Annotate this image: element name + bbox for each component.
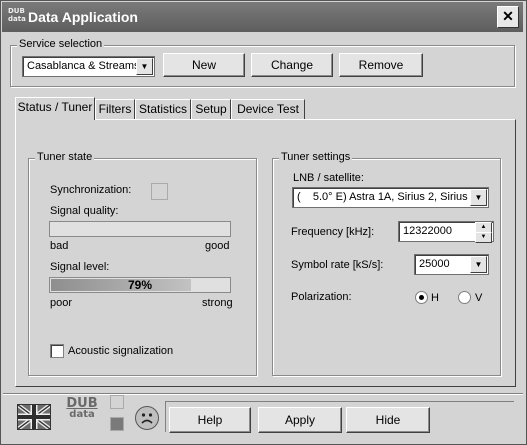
bottom-separator	[3, 393, 523, 395]
polarization-v-radio[interactable]	[458, 291, 471, 304]
window-title: Data Application	[28, 9, 138, 25]
polarization-v-label[interactable]: V	[475, 292, 482, 304]
acoustic-signalization-checkbox[interactable]	[50, 344, 64, 358]
lnb-label: LNB / satellite:	[293, 172, 364, 184]
status-led-bottom	[110, 417, 124, 431]
symbol-rate-label: Symbol rate [kS/s]:	[291, 259, 384, 271]
logo-top-text: DUB	[66, 396, 98, 411]
lnb-select[interactable]: ( 5.0° E) Astra 1A, Sirius 2, Sirius 3 ▼	[292, 187, 489, 208]
app-icon: DUB data	[8, 7, 26, 23]
signal-quality-bar	[49, 221, 231, 237]
apply-button[interactable]: Apply	[258, 407, 342, 433]
synchronization-label: Synchronization:	[50, 184, 132, 196]
signal-level-label: Signal level:	[50, 261, 110, 273]
uk-flag-icon[interactable]	[17, 404, 51, 430]
tab-setup[interactable]: Setup	[191, 99, 231, 119]
service-select[interactable]: Casablanca & Streams ▼	[22, 56, 155, 77]
title-bar[interactable]: DUB data Data Application ✕	[2, 2, 523, 32]
quality-low-label: bad	[50, 240, 69, 252]
help-button[interactable]: Help	[169, 407, 251, 433]
symbol-rate-value: 25000	[419, 258, 450, 270]
level-low-label: poor	[50, 297, 73, 309]
polarization-h-radio[interactable]	[415, 291, 428, 304]
tab-statistics[interactable]: Statistics	[135, 99, 191, 119]
quality-high-label: good	[205, 240, 230, 252]
synchronization-indicator	[151, 183, 168, 200]
tuner-state-legend: Tuner state	[35, 151, 95, 163]
level-high-label: strong	[202, 297, 233, 309]
sad-face-icon	[135, 406, 159, 430]
new-button[interactable]: New	[163, 53, 245, 77]
dub-data-logo: DUB data	[64, 396, 100, 420]
frequency-input[interactable]: 12322000 ▲ ▼	[398, 221, 494, 243]
polarization-label: Polarization:	[291, 291, 352, 303]
status-led-top	[110, 395, 124, 409]
chevron-down-icon[interactable]: ▼	[470, 189, 487, 206]
change-button[interactable]: Change	[251, 53, 333, 77]
remove-button[interactable]: Remove	[339, 53, 423, 77]
frequency-label: Frequency [kHz]:	[291, 226, 375, 238]
signal-level-percent: 79%	[127, 278, 153, 292]
lnb-select-value: ( 5.0° E) Astra 1A, Sirius 2, Sirius 3	[297, 191, 477, 203]
close-button[interactable]: ✕	[497, 6, 519, 28]
signal-quality-label: Signal quality:	[50, 205, 119, 217]
tuner-settings-legend: Tuner settings	[279, 151, 353, 163]
acoustic-signalization-label[interactable]: Acoustic signalization	[68, 345, 173, 357]
hide-button[interactable]: Hide	[346, 407, 430, 433]
signal-level-bar: 79%	[49, 277, 231, 293]
symbol-rate-select[interactable]: 25000 ▼	[414, 254, 489, 275]
tab-status-tuner[interactable]: Status / Tuner	[15, 97, 95, 120]
tab-device-test[interactable]: Device Test	[231, 99, 305, 119]
service-select-value: Casablanca & Streams	[27, 60, 140, 72]
logo-bottom-text: data	[69, 409, 95, 420]
application-window: DUB data Data Application ✕ Service selec…	[0, 0, 527, 445]
service-selection-legend: Service selection	[17, 38, 105, 50]
polarization-h-label[interactable]: H	[431, 292, 439, 304]
down-arrow-icon[interactable]: ▼	[475, 232, 492, 243]
chevron-down-icon[interactable]: ▼	[470, 256, 487, 273]
frequency-value: 12322000	[403, 225, 452, 237]
chevron-down-icon[interactable]: ▼	[136, 58, 153, 75]
tab-filters[interactable]: Filters	[95, 99, 135, 119]
